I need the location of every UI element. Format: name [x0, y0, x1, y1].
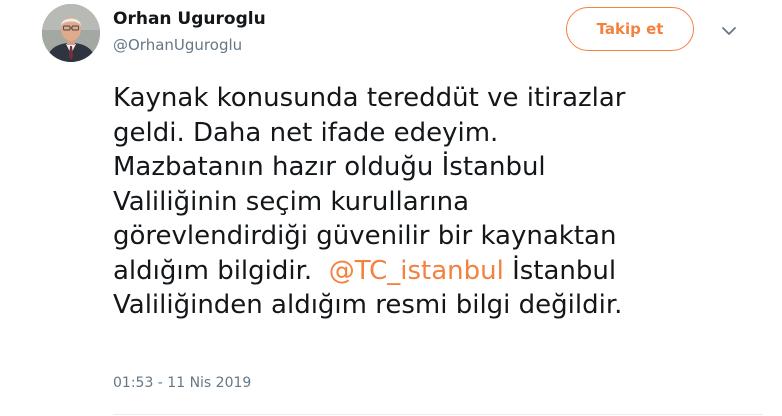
author-handle[interactable]: @OrhanUguroglu: [113, 36, 242, 54]
tweet-text: Kaynak konusunda tereddüt ve itirazlar g…: [113, 81, 753, 323]
follow-button[interactable]: Takip et: [566, 7, 694, 51]
avatar[interactable]: [42, 4, 100, 62]
tweet-line: Mazbatanın hazır olduğu İstanbul: [113, 152, 546, 182]
tweet-line-with-mention: aldığım bilgidir. @TC_istanbul İstanbul: [113, 254, 753, 289]
tweet-line: Kaynak konusunda tereddüt ve itirazlar: [113, 83, 626, 113]
tweet-line: geldi. Daha net ifade edeyim.: [113, 117, 499, 148]
tweet-line-segment: aldığım bilgidir.: [113, 255, 313, 286]
chevron-down-icon[interactable]: [720, 25, 738, 37]
tweet-line: görevlendirdiği güvenilir bir kaynaktan: [113, 221, 617, 251]
tweet-card: Orhan Uguroglu @OrhanUguroglu Takip et K…: [0, 0, 782, 416]
author-name[interactable]: Orhan Uguroglu: [113, 9, 266, 29]
avatar-photo: [42, 4, 100, 62]
divider: [113, 414, 763, 415]
tweet-line-segment: İstanbul: [512, 255, 617, 286]
tweet-line: Valiliğinin seçim kurullarına: [113, 186, 470, 217]
tweet-timestamp[interactable]: 01:53 - 11 Nis 2019: [113, 375, 251, 391]
mention-link[interactable]: @TC_istanbul: [329, 256, 504, 286]
tweet-line: Valiliğinden aldığım resmi bilgi değildi…: [113, 290, 623, 320]
